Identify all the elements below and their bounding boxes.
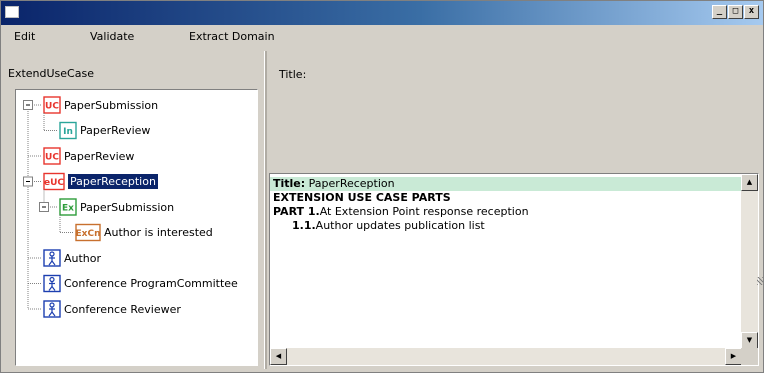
title-bar[interactable]: _ □ x — [1, 1, 763, 25]
menu-extract-domain[interactable]: Extract Domain — [189, 30, 275, 43]
actor-icon — [43, 300, 61, 318]
actor-icon — [43, 249, 61, 267]
scroll-up-icon[interactable]: ▲ — [741, 174, 758, 191]
app-icon — [5, 6, 19, 18]
vertical-scrollbar[interactable]: ▲ ▼ — [741, 174, 758, 349]
menu-validate[interactable]: Validate — [90, 30, 134, 43]
scroll-down-icon[interactable]: ▼ — [741, 332, 758, 349]
svg-text:In: In — [63, 127, 73, 137]
horizontal-scrollbar[interactable]: ◀ ▶ — [270, 348, 742, 365]
menu-bar: Edit Validate Extract Domain — [1, 25, 763, 47]
svg-text:UC: UC — [45, 102, 59, 112]
use-case-icon: UC — [43, 147, 61, 165]
tree-node-n9[interactable]: Conference Reviewer — [64, 302, 181, 317]
tree-node-n6[interactable]: Author is interested — [104, 225, 213, 240]
title-area: Title: — [269, 51, 759, 171]
tree-node-n7[interactable]: Author — [64, 251, 101, 266]
window-controls: _ □ x — [712, 5, 759, 19]
maximize-button[interactable]: □ — [728, 5, 743, 19]
doc-title-line: Title: PaperReception — [270, 177, 742, 191]
document-view[interactable]: Title: PaperReception EXTENSION USE CASE… — [269, 173, 759, 366]
tree-expander-icon[interactable] — [23, 100, 33, 110]
doc-title-prefix: Title: — [273, 177, 306, 190]
tree-header: ExtendUseCase — [8, 67, 94, 80]
tree-node-n5[interactable]: PaperSubmission — [80, 200, 174, 215]
scroll-right-icon[interactable]: ▶ — [725, 348, 742, 365]
scrollbar-corner — [741, 348, 758, 365]
menu-edit[interactable]: Edit — [14, 30, 35, 43]
tree-expander-icon[interactable] — [39, 202, 49, 212]
doc-subpart-line: 1.1.Author updates publication list — [292, 219, 485, 233]
use-case-icon: ExCn — [75, 223, 101, 242]
panel-splitter[interactable] — [264, 51, 267, 369]
tree-expander-icon[interactable] — [23, 176, 33, 187]
title-label: Title: — [279, 68, 307, 81]
doc-part-prefix: PART 1. — [273, 205, 320, 218]
actor-icon — [43, 274, 61, 293]
resize-grip-icon[interactable] — [757, 277, 764, 285]
use-case-icon: In — [59, 121, 77, 140]
tree-node-n4[interactable]: PaperReception — [68, 174, 158, 189]
tree-node-n1[interactable]: PaperSubmission — [64, 98, 158, 113]
use-case-tree[interactable]: UC In UC eUC Ex ExCn PaperSubmission PaperRevi… — [15, 89, 258, 366]
tree-node-n8[interactable]: Conference ProgramCommittee — [64, 276, 238, 291]
svg-text:Ex: Ex — [62, 204, 74, 214]
svg-text:UC: UC — [45, 153, 59, 163]
doc-subpart-prefix: 1.1. — [292, 219, 316, 232]
use-case-icon: UC — [43, 96, 61, 114]
use-case-icon: Ex — [59, 198, 77, 216]
tree-node-n3[interactable]: PaperReview — [64, 149, 134, 164]
close-button[interactable]: x — [744, 5, 759, 19]
doc-part-text: At Extension Point response reception — [319, 205, 529, 218]
doc-title-value: PaperReception — [308, 177, 395, 190]
doc-part-line: PART 1.At Extension Point response recep… — [273, 205, 529, 219]
tree-node-n2[interactable]: PaperReview — [80, 123, 150, 138]
doc-subpart-text: Author updates publication list — [315, 219, 485, 232]
doc-section-heading: EXTENSION USE CASE PARTS — [273, 191, 451, 204]
use-case-icon: eUC — [43, 172, 65, 191]
application-window: _ □ x Edit Validate Extract Domain Exten… — [0, 0, 764, 373]
svg-text:eUC: eUC — [44, 178, 64, 188]
scroll-left-icon[interactable]: ◀ — [270, 348, 287, 365]
document-text[interactable]: Title: PaperReception EXTENSION USE CASE… — [270, 174, 742, 349]
svg-text:ExCn: ExCn — [76, 229, 101, 239]
minimize-button[interactable]: _ — [712, 5, 727, 19]
